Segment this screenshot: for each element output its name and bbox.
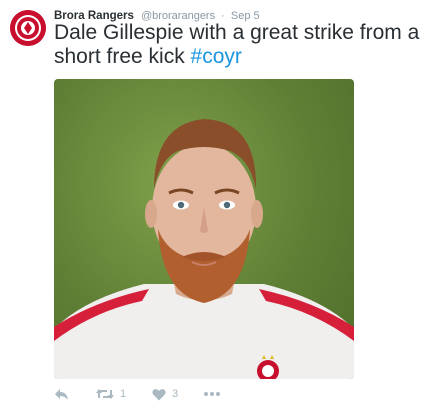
club-crest-icon[interactable] (10, 10, 46, 46)
retweet-button[interactable]: 1 (96, 387, 126, 401)
tweet-actions: 1 3 (54, 384, 246, 404)
more-button[interactable] (204, 391, 221, 397)
like-button[interactable]: 3 (152, 388, 178, 401)
tweet-text: Dale Gillespie with a great strike from … (54, 21, 424, 69)
like-count: 3 (172, 388, 179, 400)
retweet-icon (96, 389, 114, 399)
tweet-photo[interactable] (54, 79, 354, 379)
retweet-count: 1 (120, 388, 127, 400)
more-icon (204, 392, 221, 396)
hashtag-link[interactable]: #coyr (191, 45, 242, 68)
reply-button[interactable] (54, 387, 70, 401)
heart-icon (152, 388, 166, 400)
tweet-card: Brora Rangers @brorarangers · Sep 5 Dale… (0, 0, 440, 410)
reply-icon (55, 389, 68, 400)
